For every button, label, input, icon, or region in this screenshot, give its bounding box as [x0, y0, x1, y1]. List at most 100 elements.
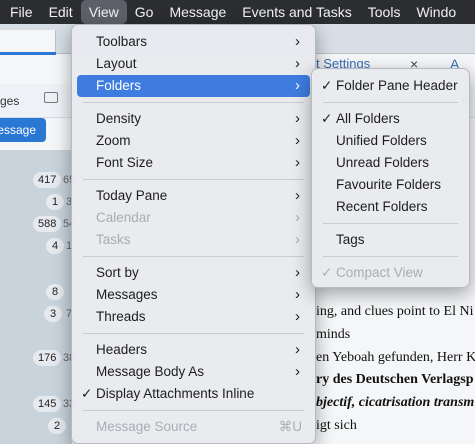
- menu-item-threads[interactable]: Threads ›: [77, 306, 310, 328]
- menu-item-label: Layout: [96, 56, 137, 71]
- folder-unread-count: 4: [46, 238, 64, 254]
- checkmark-icon: ✓: [321, 78, 333, 93]
- message-subject[interactable]: ry des Deutschen Verlagsp: [316, 372, 474, 388]
- menu-item-folders[interactable]: Folders ›: [77, 75, 310, 97]
- menubar-view[interactable]: View: [80, 0, 127, 24]
- checkmark-icon: ✓: [81, 386, 93, 401]
- menu-item-all-folders[interactable]: ✓ All Folders: [317, 108, 464, 130]
- menu-item-label: Zoom: [96, 133, 131, 148]
- menu-item-label: Recent Folders: [336, 199, 428, 214]
- menu-item-label: Unread Folders: [336, 155, 430, 170]
- menu-item-zoom[interactable]: Zoom ›: [77, 130, 310, 152]
- menubar-file[interactable]: File: [0, 0, 41, 24]
- menu-item-label: Display Attachments Inline: [96, 386, 255, 401]
- chevron-right-icon: ›: [295, 209, 300, 226]
- menu-item-folder-pane-header[interactable]: ✓ Folder Pane Header: [317, 75, 464, 97]
- active-tab-indicator: [0, 52, 56, 55]
- tab-mail[interactable]: [0, 30, 56, 54]
- new-message-button[interactable]: essage: [0, 118, 46, 142]
- menu-item-label: Message Source: [96, 419, 198, 434]
- menu-separator: [83, 333, 304, 334]
- menu-item-recent-folders[interactable]: Recent Folders: [317, 196, 464, 218]
- chevron-right-icon: ›: [295, 55, 300, 72]
- menu-item-label: Headers: [96, 342, 148, 357]
- menu-item-label: Message Body As: [96, 364, 205, 379]
- chevron-right-icon: ›: [295, 308, 300, 325]
- menu-item-message-body-as[interactable]: Message Body As ›: [77, 361, 310, 383]
- message-subject[interactable]: ing, and clues point to El Ni: [316, 304, 473, 320]
- folder-unread-count: 3: [44, 306, 62, 322]
- menu-item-unread-folders[interactable]: Unread Folders: [317, 152, 464, 174]
- message-subject[interactable]: minds: [316, 327, 350, 343]
- menu-item-label: Font Size: [96, 155, 154, 170]
- menubar-tools[interactable]: Tools: [360, 0, 409, 24]
- menu-item-label: Messages: [96, 287, 158, 302]
- chevron-right-icon: ›: [295, 154, 300, 171]
- menubar-message[interactable]: Message: [161, 0, 234, 24]
- message-subject[interactable]: igt sich: [316, 418, 357, 434]
- menu-separator: [83, 256, 304, 257]
- chevron-right-icon: ›: [295, 187, 300, 204]
- menu-item-label: Sort by: [96, 265, 139, 280]
- menu-item-tags[interactable]: Tags: [317, 229, 464, 251]
- menu-item-layout[interactable]: Layout ›: [77, 53, 310, 75]
- menu-item-headers[interactable]: Headers ›: [77, 339, 310, 361]
- keyboard-shortcut: ⌘U: [278, 419, 302, 434]
- menu-item-today-pane[interactable]: Today Pane ›: [77, 185, 310, 207]
- menu-item-label: Unified Folders: [336, 133, 427, 148]
- menu-separator: [83, 102, 304, 103]
- menu-item-compact-view: ✓ Compact View: [317, 262, 464, 284]
- menu-item-label: Calendar: [96, 210, 151, 225]
- folder-unread-count: 145: [33, 396, 62, 412]
- envelope-icon[interactable]: [44, 92, 58, 103]
- folder-unread-count: 417: [33, 172, 62, 188]
- menu-item-density[interactable]: Density ›: [77, 108, 310, 130]
- chevron-right-icon: ›: [295, 132, 300, 149]
- chevron-right-icon: ›: [295, 286, 300, 303]
- menu-separator: [83, 179, 304, 180]
- menu-item-display-attachments-inline[interactable]: ✓ Display Attachments Inline: [77, 383, 310, 405]
- menu-item-label: Tasks: [96, 232, 131, 247]
- folder-unread-count: 176: [33, 350, 62, 366]
- menu-item-label: Density: [96, 111, 142, 126]
- menu-item-sort-by[interactable]: Sort by ›: [77, 262, 310, 284]
- folder-unread-count: 588: [33, 216, 62, 232]
- menu-item-tasks: Tasks ›: [77, 229, 310, 251]
- menu-item-unified-folders[interactable]: Unified Folders: [317, 130, 464, 152]
- menu-item-favourite-folders[interactable]: Favourite Folders: [317, 174, 464, 196]
- menubar-events-and-tasks[interactable]: Events and Tasks: [234, 0, 359, 24]
- menu-item-calendar: Calendar ›: [77, 207, 310, 229]
- view-menu: Toolbars › Layout › Folders › Density › Zoom…: [71, 24, 316, 444]
- menubar-edit[interactable]: Edit: [41, 0, 81, 24]
- menu-item-label: Folders: [96, 78, 142, 93]
- folder-unread-count: 1: [46, 194, 64, 210]
- menu-separator: [323, 256, 458, 257]
- chevron-right-icon: ›: [295, 33, 300, 50]
- menu-item-label: Threads: [96, 309, 146, 324]
- checkmark-icon: ✓: [321, 265, 333, 280]
- menu-item-label: All Folders: [336, 111, 400, 126]
- menu-item-font-size[interactable]: Font Size ›: [77, 152, 310, 174]
- folder-unread-count: 8: [46, 284, 64, 300]
- folder-unread-count: 2: [48, 418, 66, 434]
- chevron-right-icon: ›: [295, 231, 300, 248]
- menu-item-message-source: Message Source ⌘U: [77, 416, 310, 438]
- menu-item-label: Tags: [336, 232, 365, 247]
- message-subject[interactable]: bjectif, cicatrisation transm: [316, 395, 474, 411]
- menubar: File Edit View Go Message Events and Tas…: [0, 0, 475, 24]
- menu-item-label: Compact View: [336, 265, 423, 280]
- menu-item-label: Today Pane: [96, 188, 168, 203]
- message-subject[interactable]: en Yeboah gefunden, Herr K: [316, 350, 475, 366]
- toolbar-messages-label[interactable]: ges: [0, 94, 19, 108]
- menu-item-label: Favourite Folders: [336, 177, 442, 192]
- menu-separator: [83, 410, 304, 411]
- menu-separator: [323, 102, 458, 103]
- menu-item-messages[interactable]: Messages ›: [77, 284, 310, 306]
- folders-submenu: ✓ Folder Pane Header ✓ All Folders Unified…: [311, 68, 470, 288]
- menu-separator: [323, 223, 458, 224]
- chevron-right-icon: ›: [295, 341, 300, 358]
- menubar-go[interactable]: Go: [127, 0, 162, 24]
- menubar-window[interactable]: Windo: [408, 0, 464, 24]
- menu-item-toolbars[interactable]: Toolbars ›: [77, 31, 310, 53]
- chevron-right-icon: ›: [295, 77, 300, 94]
